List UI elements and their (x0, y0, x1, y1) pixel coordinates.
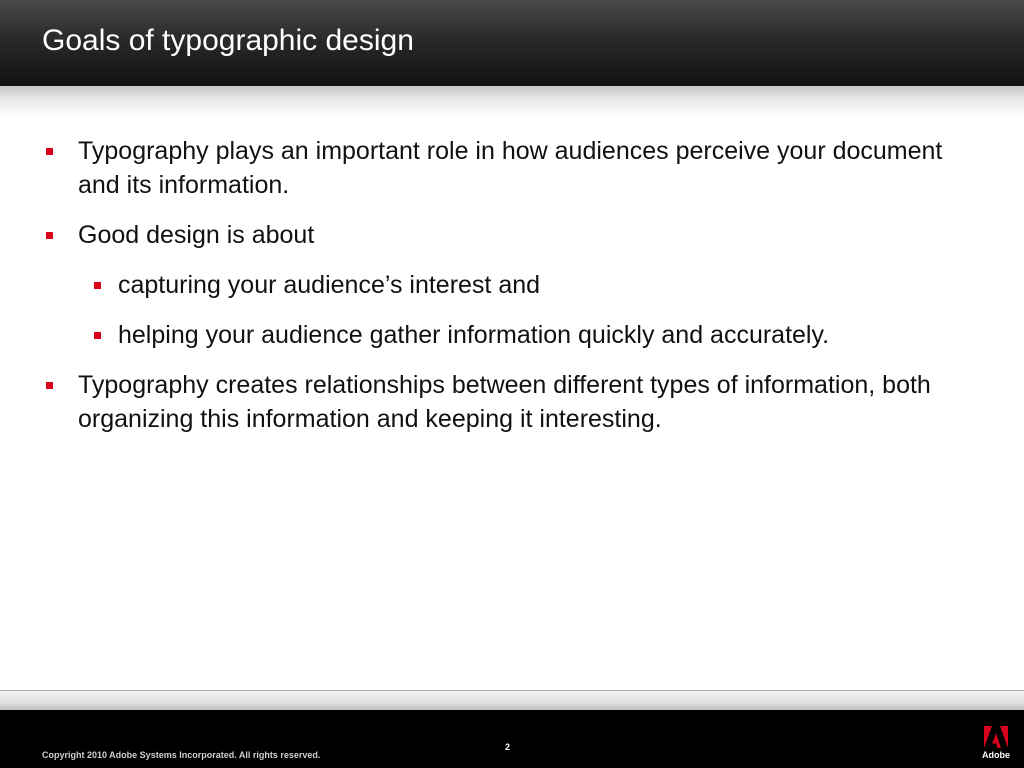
footer-divider (0, 690, 1024, 711)
square-bullet-icon (46, 148, 53, 155)
slide-footer: 2 Copyright 2010 Adobe Systems Incorpora… (0, 710, 1024, 768)
square-bullet-icon (94, 282, 101, 289)
square-bullet-icon (46, 232, 53, 239)
adobe-logo: Adobe (978, 724, 1014, 764)
sub-bullet-item: helping your audience gather information… (42, 318, 982, 352)
square-bullet-icon (46, 382, 53, 389)
copyright-notice: Copyright 2010 Adobe Systems Incorporate… (42, 750, 321, 760)
slide-title: Goals of typographic design (42, 24, 414, 57)
bullet-item: Typography plays an important role in ho… (42, 134, 982, 202)
bullet-text: Good design is about (78, 221, 315, 249)
title-bar: Goals of typographic design (0, 0, 1024, 86)
bullet-text: helping your audience gather information… (118, 321, 830, 349)
bullet-text: Typography creates relationships between… (78, 371, 931, 433)
bullet-text: capturing your audience’s interest and (118, 271, 541, 299)
square-bullet-icon (94, 332, 101, 339)
bullet-text: Typography plays an important role in ho… (78, 137, 943, 199)
slide: Goals of typographic design Typography p… (0, 0, 1024, 768)
adobe-wordmark: Adobe (982, 750, 1010, 760)
bullet-item: Good design is about (42, 218, 982, 252)
bullet-item: Typography creates relationships between… (42, 368, 982, 436)
slide-content: Typography plays an important role in ho… (42, 134, 982, 452)
page-number: 2 (505, 742, 511, 752)
sub-bullet-item: capturing your audience’s interest and (42, 268, 982, 302)
adobe-logo-icon (984, 726, 1008, 748)
title-bar-shadow (0, 86, 1024, 116)
